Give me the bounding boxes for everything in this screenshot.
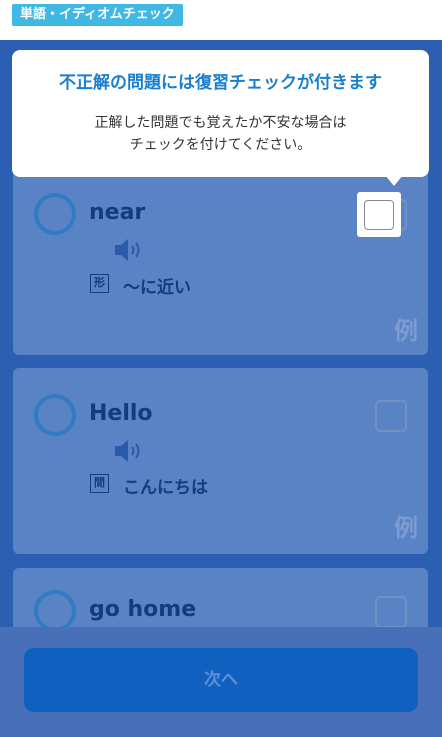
quiz-result-screen: 単語・イディオムチェック 不正解の問題には復習チェックが付きます 正解した問題で… (0, 0, 442, 737)
highlighted-review-checkbox[interactable] (357, 192, 401, 237)
tooltip-body-line-2: チェックを付けてください。 (129, 137, 312, 153)
circle-mark-icon (34, 193, 76, 235)
review-check-tooltip: 不正解の問題には復習チェックが付きます 正解した問題でも覚えたか不安な場合は チ… (12, 50, 429, 186)
speaker-icon[interactable] (113, 438, 147, 464)
meaning-text: ～に近い (123, 278, 191, 298)
checkbox-icon (364, 200, 394, 230)
word-text: Hello (89, 401, 153, 426)
next-button[interactable]: 次へ (24, 648, 418, 712)
tooltip-body: 正解した問題でも覚えたか不安な場合は チェックを付けてください。 (12, 112, 429, 156)
example-button[interactable]: 例 (394, 311, 418, 346)
part-of-speech-badge: 形 (90, 274, 109, 293)
section-tag: 単語・イディオムチェック (12, 4, 183, 26)
example-button[interactable]: 例 (394, 508, 418, 543)
meaning-text: こんにちは (123, 478, 208, 498)
tooltip-title: 不正解の問題には復習チェックが付きます (59, 73, 382, 93)
word-text: go home (89, 597, 197, 622)
word-list-area: 不正解の問題には復習チェックが付きます 正解した問題でも覚えたか不安な場合は チ… (0, 40, 442, 737)
speaker-icon[interactable] (113, 237, 147, 263)
circle-mark-icon (34, 590, 76, 632)
circle-mark-icon (34, 394, 76, 436)
tooltip-body-line-1: 正解した問題でも覚えたか不安な場合は (94, 115, 347, 131)
word-card: Hello 間 こんにちは 例 (13, 368, 428, 554)
word-text: near (89, 200, 146, 225)
review-checkbox[interactable] (375, 596, 407, 628)
part-of-speech-badge: 間 (90, 474, 109, 493)
review-checkbox[interactable] (375, 400, 407, 432)
footer-bar: 次へ (0, 627, 442, 737)
